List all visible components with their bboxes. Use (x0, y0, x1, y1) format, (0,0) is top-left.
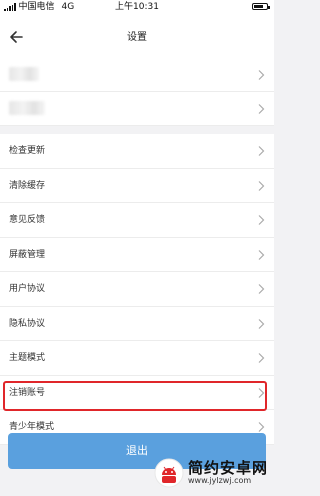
chevron-right-icon (258, 180, 265, 191)
account-row-1[interactable] (0, 58, 274, 92)
settings-item-block-management[interactable]: 屏蔽管理 (0, 237, 274, 272)
nav-bar: 设置 (0, 14, 274, 58)
chevron-right-icon (258, 387, 265, 398)
blurred-content (9, 101, 45, 115)
android-logo-icon (154, 458, 184, 488)
settings-item-privacy-agreement[interactable]: 隐私协议 (0, 306, 274, 341)
status-bar: 中国电信 4G 上午10:31 (0, 0, 274, 14)
item-label: 主题模式 (9, 353, 46, 363)
status-right (252, 3, 270, 10)
status-time: 上午10:31 (115, 2, 159, 12)
account-row-2[interactable] (0, 92, 274, 126)
item-label: 屏蔽管理 (9, 249, 46, 260)
chevron-right-icon (258, 284, 265, 294)
battery-icon (252, 3, 270, 10)
chevron-right-icon (258, 318, 265, 329)
chevron-right-icon (258, 70, 265, 80)
chevron-right-icon (258, 104, 265, 114)
settings-item-delete-account[interactable]: 注销账号 (0, 375, 274, 410)
item-label: 意见反馈 (9, 215, 46, 225)
item-label: 注销账号 (9, 387, 46, 398)
watermark-url: www.jylzwj.com (187, 475, 252, 485)
chevron-right-icon (258, 249, 265, 260)
blurred-content (9, 67, 39, 81)
settings-item-theme-mode[interactable]: 主题模式 (0, 341, 274, 376)
item-label: 隐私协议 (9, 318, 46, 329)
chevron-right-icon (258, 353, 265, 363)
watermark-name: 简约安卓网 (187, 458, 268, 477)
chevron-right-icon (258, 146, 265, 156)
item-label: 清除缓存 (9, 180, 46, 191)
item-label: 用户协议 (9, 284, 46, 294)
chevron-right-icon (258, 422, 265, 432)
settings-item-clear-cache[interactable]: 清除缓存 (0, 168, 274, 203)
page-title: 设置 (127, 32, 147, 43)
chevron-right-icon (258, 215, 265, 225)
settings-item-feedback[interactable]: 意见反馈 (0, 203, 274, 238)
settings-item-user-agreement[interactable]: 用户协议 (0, 272, 274, 307)
settings-list: 检查更新 清除缓存 意见反馈 屏蔽管理 用户协议 隐私协议 主题模式 注销账号 … (0, 58, 274, 445)
watermark: 简约安卓网 www.jylzwj.com (154, 458, 268, 488)
settings-item-check-update[interactable]: 检查更新 (0, 134, 274, 169)
item-label: 检查更新 (9, 146, 46, 156)
